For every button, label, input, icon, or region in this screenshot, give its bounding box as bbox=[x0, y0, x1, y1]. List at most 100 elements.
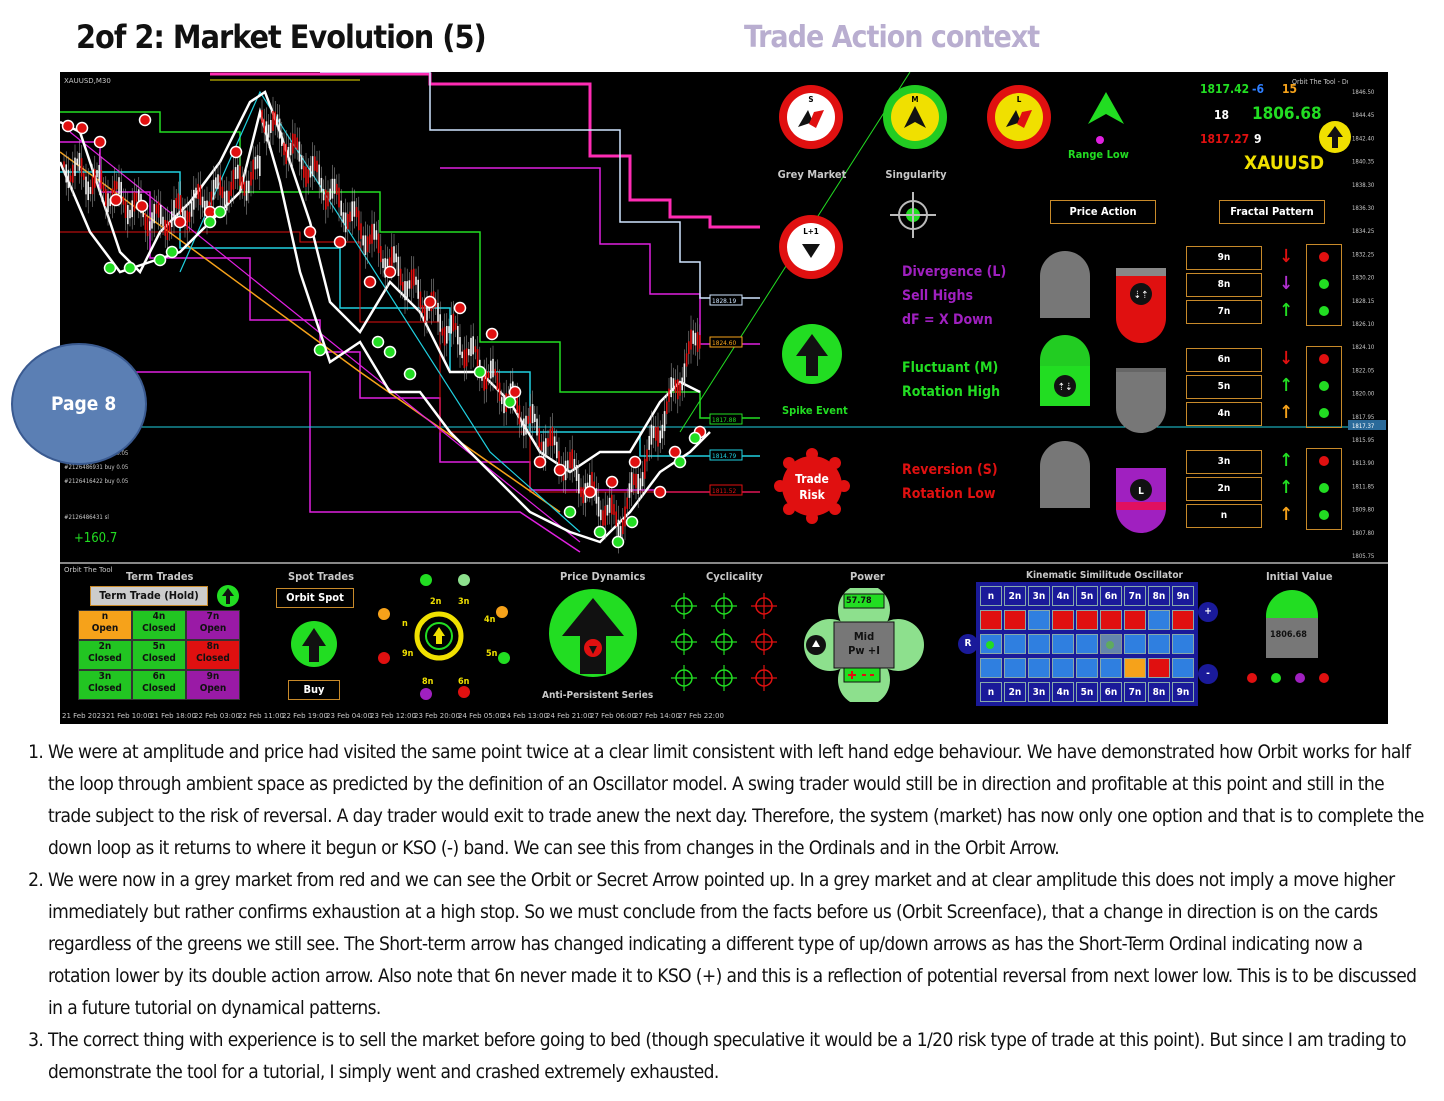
buy-marker bbox=[103, 261, 117, 275]
short-term-orbit-icon[interactable]: S bbox=[776, 82, 846, 152]
candle bbox=[470, 337, 472, 357]
candle bbox=[274, 111, 276, 125]
term-trade-cell-status: Open bbox=[199, 623, 227, 634]
orbit-arrow-icon[interactable] bbox=[1318, 120, 1352, 154]
kso-r-button[interactable]: R bbox=[958, 634, 978, 654]
indicator-line bbox=[60, 231, 760, 493]
sell-marker bbox=[93, 135, 107, 149]
ordinal-box[interactable]: 9n bbox=[1186, 246, 1262, 270]
candle bbox=[171, 211, 173, 228]
term-trade-cell[interactable]: 7n Open bbox=[186, 610, 240, 640]
anti-persistent-label: Anti-Persistent Series bbox=[542, 690, 654, 701]
m-letter: M bbox=[911, 95, 918, 104]
candle bbox=[349, 211, 351, 222]
candle bbox=[129, 209, 131, 219]
term-trade-cell-status: Closed bbox=[142, 683, 176, 694]
orbit-spot-button[interactable]: Orbit Spot bbox=[276, 588, 354, 608]
reversion-block: Reversion (S) Rotation Low bbox=[902, 458, 998, 506]
long-term-orbit-icon[interactable]: L bbox=[984, 82, 1054, 152]
kso-cell bbox=[1124, 610, 1146, 630]
sell-marker bbox=[485, 327, 499, 341]
ordinal-box[interactable]: 2n bbox=[1186, 477, 1262, 501]
mid-term-orbit-icon[interactable]: M bbox=[880, 82, 950, 152]
candle bbox=[413, 268, 415, 286]
term-trade-cell-ordinal: 3n bbox=[98, 671, 112, 682]
ordinal-ring-label: 3n bbox=[458, 597, 470, 607]
term-trade-cell[interactable]: 4n Closed bbox=[132, 610, 186, 640]
price-action-button[interactable]: Price Action bbox=[1050, 200, 1156, 224]
cyclicality-target-icon bbox=[671, 593, 697, 619]
time-tick: 23 Feb 04:00 bbox=[326, 712, 372, 720]
term-trade-cell[interactable]: 2n Closed bbox=[78, 640, 132, 670]
candle bbox=[87, 181, 89, 201]
kso-plus-button[interactable]: + bbox=[1198, 602, 1218, 622]
term-trade-cell[interactable]: 8n Closed bbox=[186, 640, 240, 670]
order-label: #2126486431 sl bbox=[64, 514, 109, 521]
candle bbox=[331, 178, 334, 199]
trade-risk-gear-icon[interactable]: Trade Risk bbox=[772, 446, 852, 526]
ordinal-box[interactable]: 3n bbox=[1186, 450, 1262, 474]
l-letter: L bbox=[1017, 95, 1022, 104]
page-badge[interactable]: Page 8 bbox=[11, 343, 147, 465]
candle bbox=[375, 230, 378, 240]
candle bbox=[672, 378, 675, 391]
term-trade-cell[interactable]: 6n Closed bbox=[132, 670, 186, 700]
fractal-pattern-button[interactable]: Fractal Pattern bbox=[1219, 200, 1325, 224]
candle bbox=[177, 193, 180, 210]
term-trade-cell-ordinal: 7n bbox=[206, 611, 220, 622]
term-trade-up-icon bbox=[217, 585, 239, 607]
candle bbox=[681, 377, 683, 391]
note-1: We were at amplitude and price had visit… bbox=[48, 736, 1428, 864]
candle bbox=[415, 276, 417, 285]
term-trade-cell-status: Closed bbox=[88, 653, 122, 664]
ordinal-box[interactable]: 7n bbox=[1186, 300, 1262, 324]
term-trade-cell[interactable]: 3n Closed bbox=[78, 670, 132, 700]
kso-header-cell: 4n bbox=[1052, 586, 1074, 606]
buy-button[interactable]: Buy bbox=[288, 680, 340, 700]
ordinal-box[interactable]: n bbox=[1186, 504, 1262, 528]
candle bbox=[472, 336, 474, 355]
kso-minus-button[interactable]: - bbox=[1198, 664, 1218, 684]
candle bbox=[223, 191, 226, 206]
time-tick: 21 Feb 18:00 bbox=[150, 712, 196, 720]
candle bbox=[498, 382, 501, 402]
time-axis: 21 Feb 2023 21 Feb 10:00 21 Feb 18:00 22 Fe… bbox=[60, 712, 1388, 724]
time-tick: 21 Feb 2023 bbox=[62, 712, 106, 720]
kso-header-cell: 6n bbox=[1100, 586, 1122, 606]
term-trade-cell-status: Open bbox=[199, 683, 227, 694]
candle bbox=[419, 291, 422, 309]
candle bbox=[679, 382, 681, 396]
ordinal-box[interactable]: 8n bbox=[1186, 273, 1262, 297]
term-trade-hold-button[interactable]: Term Trade (Hold) bbox=[90, 586, 208, 606]
ordinal-box[interactable]: 6n bbox=[1186, 348, 1262, 372]
kso-header-cell: 6n bbox=[1100, 682, 1122, 702]
candle bbox=[175, 198, 177, 208]
right-number: 9 bbox=[1254, 132, 1262, 146]
candle bbox=[252, 159, 254, 180]
candle bbox=[382, 258, 384, 268]
candle bbox=[490, 360, 492, 379]
l-plus-1-icon[interactable]: L+1 bbox=[776, 212, 846, 282]
kso-header-cell: 7n bbox=[1124, 682, 1146, 702]
ordinal-box[interactable]: 5n bbox=[1186, 375, 1262, 399]
kso-cell bbox=[980, 658, 1002, 678]
candle bbox=[437, 302, 439, 322]
candle bbox=[648, 435, 650, 450]
cyclicality-target-icon bbox=[751, 593, 777, 619]
candle bbox=[553, 436, 556, 446]
ordinal-box[interactable]: 4n bbox=[1186, 402, 1262, 426]
initial-value-dots bbox=[1247, 673, 1329, 683]
term-trade-cell[interactable]: n Open bbox=[78, 610, 132, 640]
candle bbox=[540, 442, 543, 451]
sell-marker bbox=[75, 121, 89, 135]
term-trade-cell[interactable]: 5n Closed bbox=[132, 640, 186, 670]
cyclicality-target-icon bbox=[671, 665, 697, 691]
candle bbox=[613, 504, 615, 515]
term-trade-cell[interactable]: 9n Open bbox=[186, 670, 240, 700]
kso-cell bbox=[1148, 610, 1170, 630]
kso-cell bbox=[1004, 610, 1026, 630]
candle bbox=[316, 160, 318, 173]
sell-marker bbox=[583, 485, 597, 499]
candle bbox=[232, 169, 235, 190]
power-state: Mid Pw +I bbox=[834, 630, 894, 658]
